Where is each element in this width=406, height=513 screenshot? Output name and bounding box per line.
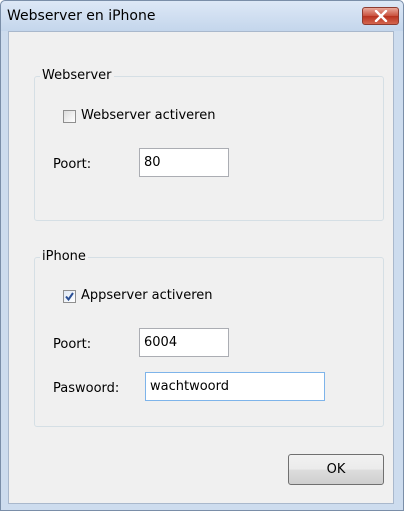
appserver-enable-checkbox[interactable] (63, 290, 76, 303)
password-field[interactable]: wachtwoord (145, 372, 325, 401)
dialog-body: Webserver Webserver activeren Poort: 80 … (8, 31, 394, 504)
title-bar[interactable]: Webserver en iPhone (1, 1, 403, 31)
window-title: Webserver en iPhone (7, 8, 156, 24)
checkmark-icon (65, 292, 74, 302)
webserver-port-label: Poort: (53, 157, 92, 172)
iphone-group-label: iPhone (40, 249, 88, 265)
close-button[interactable] (362, 7, 399, 25)
iphone-port-field[interactable]: 6004 (139, 328, 229, 357)
appserver-enable-label[interactable]: Appserver activeren (81, 288, 213, 304)
iphone-port-label: Poort: (53, 337, 92, 352)
password-label: Paswoord: (53, 381, 120, 396)
ok-button[interactable]: OK (288, 454, 384, 485)
webserver-enable-checkbox[interactable] (63, 110, 76, 123)
dialog-window: Webserver en iPhone Webserver Webserver … (0, 0, 404, 511)
close-x-icon (374, 10, 387, 22)
webserver-enable-label[interactable]: Webserver activeren (81, 108, 215, 124)
webserver-port-field[interactable]: 80 (139, 148, 229, 177)
webserver-group-label: Webserver (40, 68, 114, 84)
